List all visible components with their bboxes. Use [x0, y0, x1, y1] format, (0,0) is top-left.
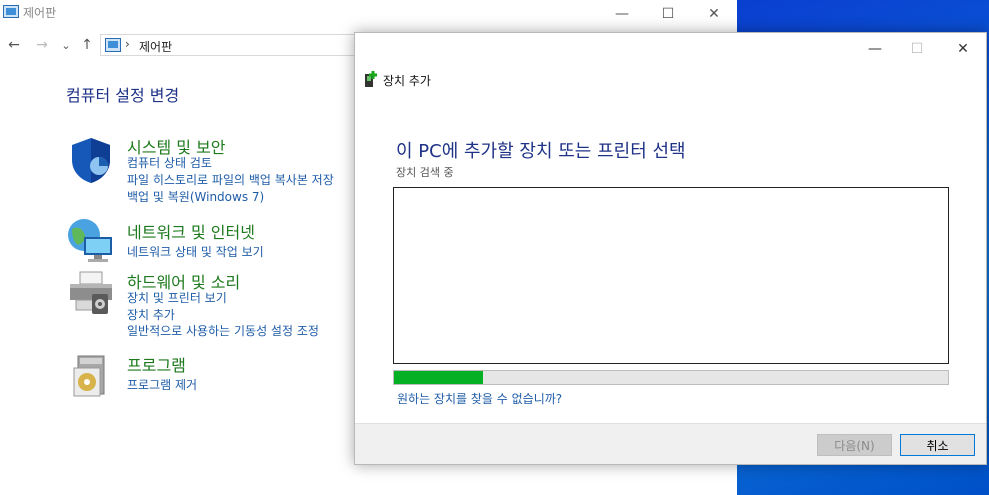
- control-panel-address-icon: [105, 38, 121, 52]
- next-button[interactable]: 다음(N): [817, 434, 892, 456]
- link-review-computer-status[interactable]: 컴퓨터 상태 검토: [127, 154, 212, 171]
- link-backup-restore[interactable]: 백업 및 복원(Windows 7): [127, 188, 264, 205]
- dialog-main-title: 이 PC에 추가할 장치 또는 프린터 선택: [396, 141, 686, 162]
- link-add-device[interactable]: 장치 추가: [127, 306, 175, 323]
- dialog-close-button[interactable]: ✕: [940, 35, 986, 63]
- dialog-minimize-button[interactable]: —: [852, 35, 898, 63]
- add-device-icon: [365, 71, 377, 87]
- dialog-footer: 다음(N) 취소: [355, 423, 986, 464]
- cancel-button[interactable]: 취소: [900, 434, 975, 456]
- dialog-header: 장치 추가: [383, 74, 431, 88]
- network-icon: [68, 219, 112, 262]
- recent-locations-icon[interactable]: ⌄: [56, 35, 76, 55]
- help-link[interactable]: 원하는 장치를 찾을 수 없습니까?: [397, 390, 562, 407]
- search-progress-bar: [393, 370, 949, 385]
- breadcrumb[interactable]: 제어판: [139, 38, 172, 55]
- window-title: 제어판: [23, 6, 57, 20]
- progress-fill: [394, 371, 483, 384]
- category-programs[interactable]: 프로그램: [127, 352, 186, 376]
- breadcrumb-chevron-icon[interactable]: ›: [125, 37, 130, 51]
- device-list[interactable]: [393, 187, 949, 364]
- link-mobility-settings[interactable]: 일반적으로 사용하는 기동성 설정 조정: [127, 322, 319, 339]
- search-status-text: 장치 검색 중: [396, 166, 454, 179]
- page-title: 컴퓨터 설정 변경: [66, 86, 180, 105]
- maximize-button[interactable]: ☐: [645, 0, 691, 28]
- shield-icon: [72, 138, 110, 183]
- control-panel-titlebar: 제어판 — ☐ ✕: [0, 0, 737, 28]
- link-view-devices-printers[interactable]: 장치 및 프린터 보기: [127, 289, 227, 306]
- minimize-button[interactable]: —: [599, 0, 645, 28]
- up-arrow-icon[interactable]: ↑: [77, 35, 97, 55]
- printer-icon: [70, 271, 112, 314]
- close-button[interactable]: ✕: [691, 0, 737, 28]
- back-arrow-icon[interactable]: ←: [4, 35, 24, 55]
- link-network-status[interactable]: 네트워크 상태 및 작업 보기: [127, 243, 264, 260]
- link-uninstall-program[interactable]: 프로그램 제거: [127, 376, 197, 393]
- address-bar[interactable]: › 제어판: [100, 34, 360, 56]
- dialog-maximize-button[interactable]: ☐: [894, 35, 940, 63]
- category-network-internet[interactable]: 네트워크 및 인터넷: [127, 219, 255, 243]
- program-icon: [73, 355, 105, 397]
- link-file-history-backup[interactable]: 파일 히스토리로 파일의 백업 복사본 저장: [127, 171, 334, 188]
- forward-arrow-icon[interactable]: →: [32, 35, 52, 55]
- add-device-dialog: — ☐ ✕ 장치 추가 이 PC에 추가할 장치 또는 프린터 선택 장치 검색…: [354, 32, 987, 465]
- control-panel-app-icon: [3, 5, 19, 18]
